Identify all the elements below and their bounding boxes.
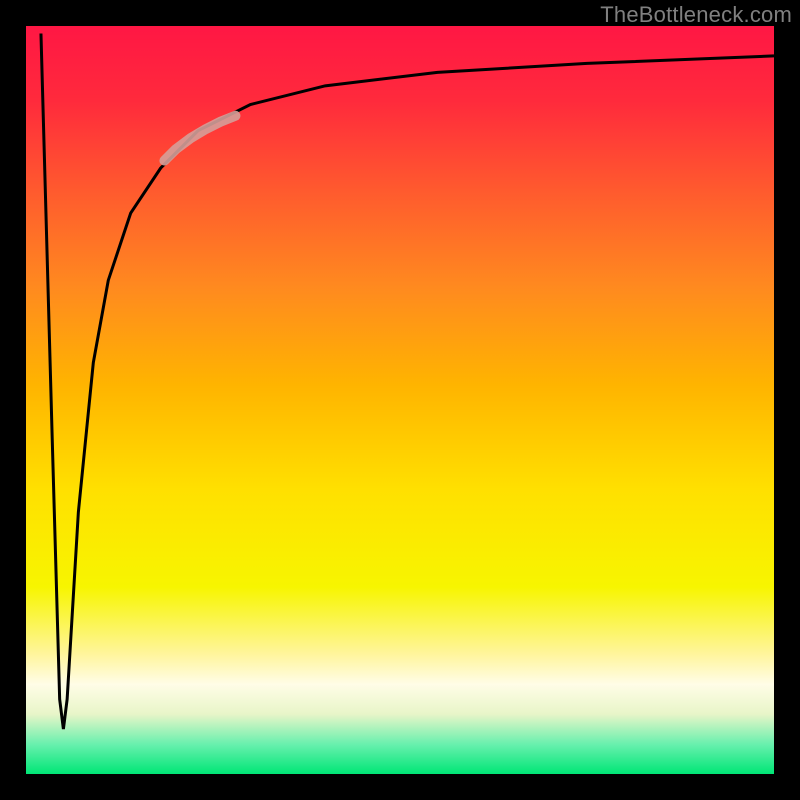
watermark-text: TheBottleneck.com (600, 2, 792, 28)
bottleneck-chart (0, 0, 800, 800)
chart-container: TheBottleneck.com (0, 0, 800, 800)
plot-background (26, 26, 774, 774)
